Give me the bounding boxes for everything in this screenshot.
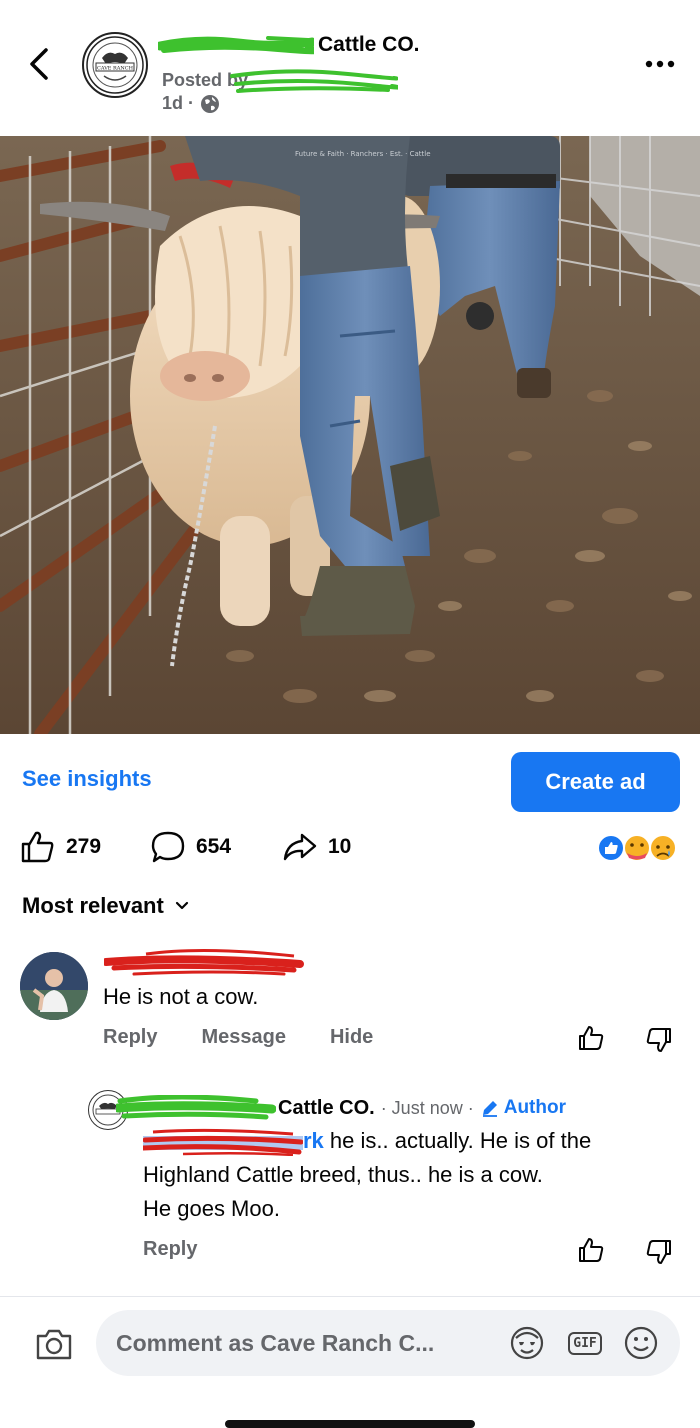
comment-sort-dropdown[interactable]: Most relevant <box>22 893 190 919</box>
sad-reaction-icon <box>649 834 677 862</box>
posted-by: Posted by <box>162 66 399 94</box>
reply-button[interactable]: Reply <box>143 1238 197 1261</box>
create-ad-button[interactable]: Create ad <box>511 752 680 812</box>
shirt-print: Future & Faith · Ranchers · Est. · Cattl… <box>295 150 431 158</box>
see-insights-link[interactable]: See insights <box>22 766 152 792</box>
like-reaction-icon <box>597 834 625 862</box>
page-name[interactable]: Cattle CO. <box>158 30 420 60</box>
avatar-sticker-icon[interactable] <box>508 1324 546 1362</box>
upvote-thumb-icon[interactable] <box>577 1236 605 1264</box>
reaction-icons[interactable] <box>597 833 683 863</box>
commenter-avatar[interactable] <box>20 952 88 1020</box>
upvote-thumb-icon[interactable] <box>577 1024 605 1052</box>
highland-calf-photo: Future & Faith · Ranchers · Est. · Cattl… <box>0 136 700 734</box>
avatar-text: CAVE RANCH <box>97 66 134 72</box>
comment-actions: Reply Message Hide <box>103 1026 373 1049</box>
gif-button[interactable]: GIF <box>566 1324 604 1362</box>
thumbs-up-icon <box>21 831 54 863</box>
redacted-reply-name-scribble <box>116 1095 276 1121</box>
like-count-button[interactable]: 279 <box>20 830 101 864</box>
chevron-down-icon <box>175 901 188 910</box>
redacted-tag-scribble <box>143 1129 303 1157</box>
reply-page-name[interactable]: Cattle CO. <box>278 1097 375 1120</box>
redacted-commenter-name-scribble <box>102 948 310 976</box>
tagged-user-link[interactable]: rk <box>303 1128 324 1153</box>
share-arrow-icon <box>283 833 317 861</box>
reply-author-row: Cattle CO. · Just now · Author <box>116 1094 566 1122</box>
home-indicator <box>225 1420 475 1428</box>
reply-text: rk he is.. actually. He is of the Highla… <box>143 1128 592 1221</box>
comment-bubble-icon <box>151 831 185 863</box>
share-count-button[interactable]: 10 <box>282 830 351 864</box>
back-arrow-icon[interactable] <box>22 44 56 84</box>
message-button[interactable]: Message <box>201 1026 286 1049</box>
more-options-icon[interactable] <box>640 50 680 78</box>
comment-input-placeholder: Comment as Cave Ranch C... <box>116 1330 435 1356</box>
camera-icon[interactable] <box>34 1326 74 1362</box>
page-avatar[interactable]: CAVE RANCH <box>82 32 148 98</box>
downvote-thumb-icon[interactable] <box>645 1026 673 1054</box>
comment-text: He is not a cow. <box>103 984 259 1009</box>
post-photo[interactable]: Future & Faith · Ranchers · Est. · Cattl… <box>0 136 700 734</box>
redacted-poster-scribble <box>228 66 399 94</box>
reply-button[interactable]: Reply <box>103 1026 157 1049</box>
comment-input[interactable]: Comment as Cave Ranch C... GIF <box>96 1310 680 1376</box>
post-header: CAVE RANCH Cattle CO. Posted by 1d · <box>0 0 700 136</box>
post-time: 1d · <box>162 93 220 114</box>
reply-actions: Reply <box>143 1238 197 1261</box>
hide-button[interactable]: Hide <box>330 1026 373 1049</box>
pencil-icon <box>482 1101 497 1117</box>
care-reaction-icon <box>623 834 651 862</box>
globe-icon <box>201 94 220 113</box>
emoji-icon[interactable] <box>622 1324 660 1362</box>
author-badge: Author <box>480 1097 566 1119</box>
comment-count-button[interactable]: 654 <box>150 830 231 864</box>
downvote-thumb-icon[interactable] <box>645 1238 673 1266</box>
redacted-name-scribble <box>158 34 314 56</box>
